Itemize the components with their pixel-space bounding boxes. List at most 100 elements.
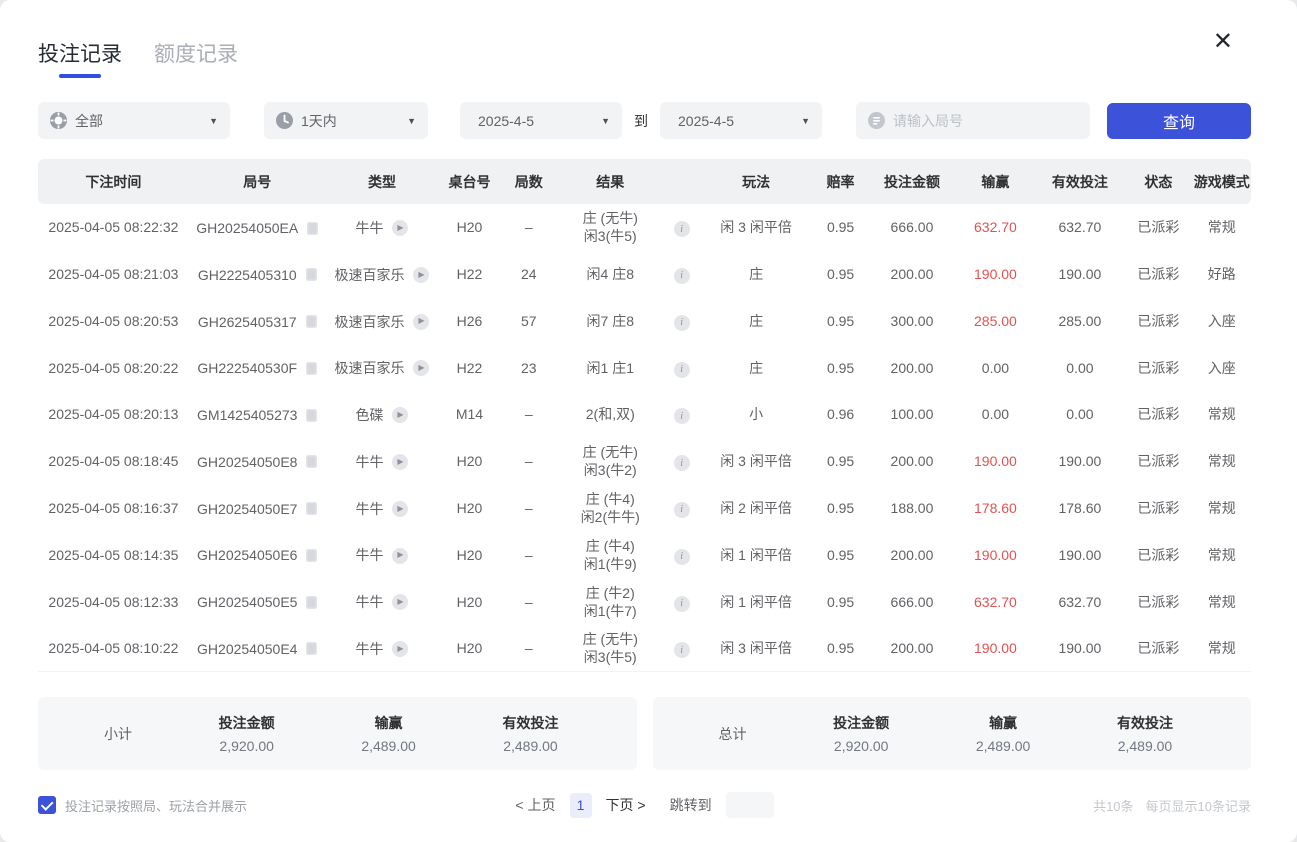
game-type-cell: 牛牛 ▶ [326, 204, 439, 251]
game-type: 牛牛 [355, 219, 383, 237]
game-mode: 常规 [1193, 438, 1251, 485]
copy-icon[interactable] [306, 596, 317, 609]
copy-icon[interactable] [306, 362, 317, 375]
game-type: 色碟 [355, 406, 383, 424]
col-type: 类型 [326, 159, 439, 204]
table-number: H20 [438, 485, 500, 532]
play-video-icon[interactable]: ▶ [392, 220, 408, 236]
play-video-icon[interactable]: ▶ [413, 267, 429, 283]
game-type-cell: 极速百家乐 ▶ [326, 251, 439, 298]
result-cell: 闲4 庄8 [557, 251, 664, 298]
play-method: 闲 1 闲平倍 [700, 532, 813, 579]
bet-time: 2025-04-05 08:21:03 [38, 251, 189, 298]
play-video-icon[interactable]: ▶ [413, 314, 429, 330]
date-range-to-label: 到 [634, 111, 648, 131]
valid-bet: 632.70 [1036, 578, 1125, 625]
play-video-icon[interactable]: ▶ [392, 407, 408, 423]
col-play: 玩法 [700, 159, 813, 204]
play-video-icon[interactable]: ▶ [392, 501, 408, 517]
play-video-icon[interactable]: ▶ [413, 360, 429, 376]
info-icon[interactable]: i [674, 221, 690, 237]
copy-icon[interactable] [306, 642, 317, 655]
win-loss: 632.70 [955, 204, 1035, 251]
time-range-dropdown[interactable]: 1天内 ▼ [264, 102, 428, 139]
copy-icon[interactable] [307, 222, 318, 235]
valid-bet: 632.70 [1036, 204, 1125, 251]
result-line1: 2(和,双) [557, 405, 664, 423]
col-rounds: 局数 [501, 159, 557, 204]
result-line2: 闲3(牛5) [557, 227, 664, 245]
col-game-number: 局号 [189, 159, 326, 204]
modal-header: 投注记录 额度记录 ✕ [38, 38, 1251, 80]
info-icon[interactable]: i [674, 455, 690, 471]
jump-page-input[interactable] [726, 792, 774, 818]
copy-icon[interactable] [306, 502, 317, 515]
current-page-button[interactable]: 1 [570, 793, 592, 818]
win-loss: 0.00 [955, 344, 1035, 391]
chevron-down-icon: ▼ [601, 116, 610, 126]
valid-bet: 285.00 [1036, 298, 1125, 345]
info-icon[interactable]: i [674, 315, 690, 331]
valid-bet: 0.00 [1036, 344, 1125, 391]
copy-icon[interactable] [306, 455, 317, 468]
game-type-cell: 极速百家乐 ▶ [326, 344, 439, 391]
game-number-cell: GH2625405317 [189, 298, 326, 345]
info-cell: i [664, 438, 700, 485]
info-icon[interactable]: i [674, 549, 690, 565]
win-loss: 178.60 [955, 485, 1035, 532]
play-method: 庄 [700, 344, 813, 391]
table-row: 2025-04-05 08:20:13 GM1425405273 色碟 ▶ M1… [38, 391, 1251, 438]
bet-amount: 200.00 [869, 625, 955, 672]
table-row: 2025-04-05 08:12:33 GH20254050E5 牛牛 ▶ H2… [38, 578, 1251, 625]
game-type: 牛牛 [355, 546, 383, 564]
play-video-icon[interactable]: ▶ [392, 594, 408, 610]
copy-icon[interactable] [306, 315, 317, 328]
round-count: – [501, 625, 557, 672]
category-dropdown[interactable]: 全部 ▼ [38, 102, 230, 139]
next-page-button[interactable]: 下页 > [606, 795, 646, 815]
query-button[interactable]: 查询 [1107, 103, 1251, 139]
round-count: 57 [501, 298, 557, 345]
status-badge: 已派彩 [1124, 625, 1192, 672]
copy-icon[interactable] [306, 549, 317, 562]
info-cell: i [664, 532, 700, 579]
info-icon[interactable]: i [674, 268, 690, 284]
table-number: M14 [438, 391, 500, 438]
status-badge: 已派彩 [1124, 251, 1192, 298]
game-mode: 好路 [1193, 251, 1251, 298]
info-icon[interactable]: i [674, 408, 690, 424]
info-icon[interactable]: i [674, 642, 690, 658]
game-number-cell: GH20254050E4 [189, 625, 326, 672]
game-mode: 入座 [1193, 298, 1251, 345]
game-number-cell: GM1425405273 [189, 391, 326, 438]
game-number-input[interactable] [893, 113, 1078, 129]
modal-footer: 投注记录按照局、玩法合并展示 < 上页 1 下页 > 跳转到 共10条 每页显示… [0, 782, 1297, 842]
info-icon[interactable]: i [674, 502, 690, 518]
date-from-picker[interactable]: 2025-4-5 ▼ [460, 102, 622, 139]
copy-icon[interactable] [306, 268, 317, 281]
game-number: GH20254050EA [196, 219, 298, 237]
game-type: 牛牛 [355, 640, 383, 658]
win-loss: 190.00 [955, 438, 1035, 485]
result-cell: 庄 (牛2) 闲1(牛7) [557, 578, 664, 625]
play-video-icon[interactable]: ▶ [392, 454, 408, 470]
play-method: 庄 [700, 298, 813, 345]
merge-checkbox[interactable] [38, 796, 56, 814]
close-icon[interactable]: ✕ [1213, 30, 1233, 54]
play-video-icon[interactable]: ▶ [392, 548, 408, 564]
play-video-icon[interactable]: ▶ [392, 641, 408, 657]
prev-page-button[interactable]: < 上页 [515, 795, 555, 815]
table-number: H22 [438, 344, 500, 391]
info-icon[interactable]: i [674, 362, 690, 378]
table-row: 2025-04-05 08:20:22 GH222540530F 极速百家乐 ▶… [38, 344, 1251, 391]
odds: 0.96 [812, 391, 868, 438]
result-line2: 闲2(牛牛) [557, 508, 664, 526]
info-icon[interactable]: i [674, 596, 690, 612]
bet-time: 2025-04-05 08:10:22 [38, 625, 189, 672]
date-to-picker[interactable]: 2025-4-5 ▼ [660, 102, 822, 139]
table-row: 2025-04-05 08:22:32 GH20254050EA 牛牛 ▶ H2… [38, 204, 1251, 251]
tab-betting-records[interactable]: 投注记录 [38, 38, 122, 80]
tab-quota-records[interactable]: 额度记录 [154, 38, 238, 80]
copy-icon[interactable] [306, 409, 317, 422]
status-badge: 已派彩 [1124, 204, 1192, 251]
